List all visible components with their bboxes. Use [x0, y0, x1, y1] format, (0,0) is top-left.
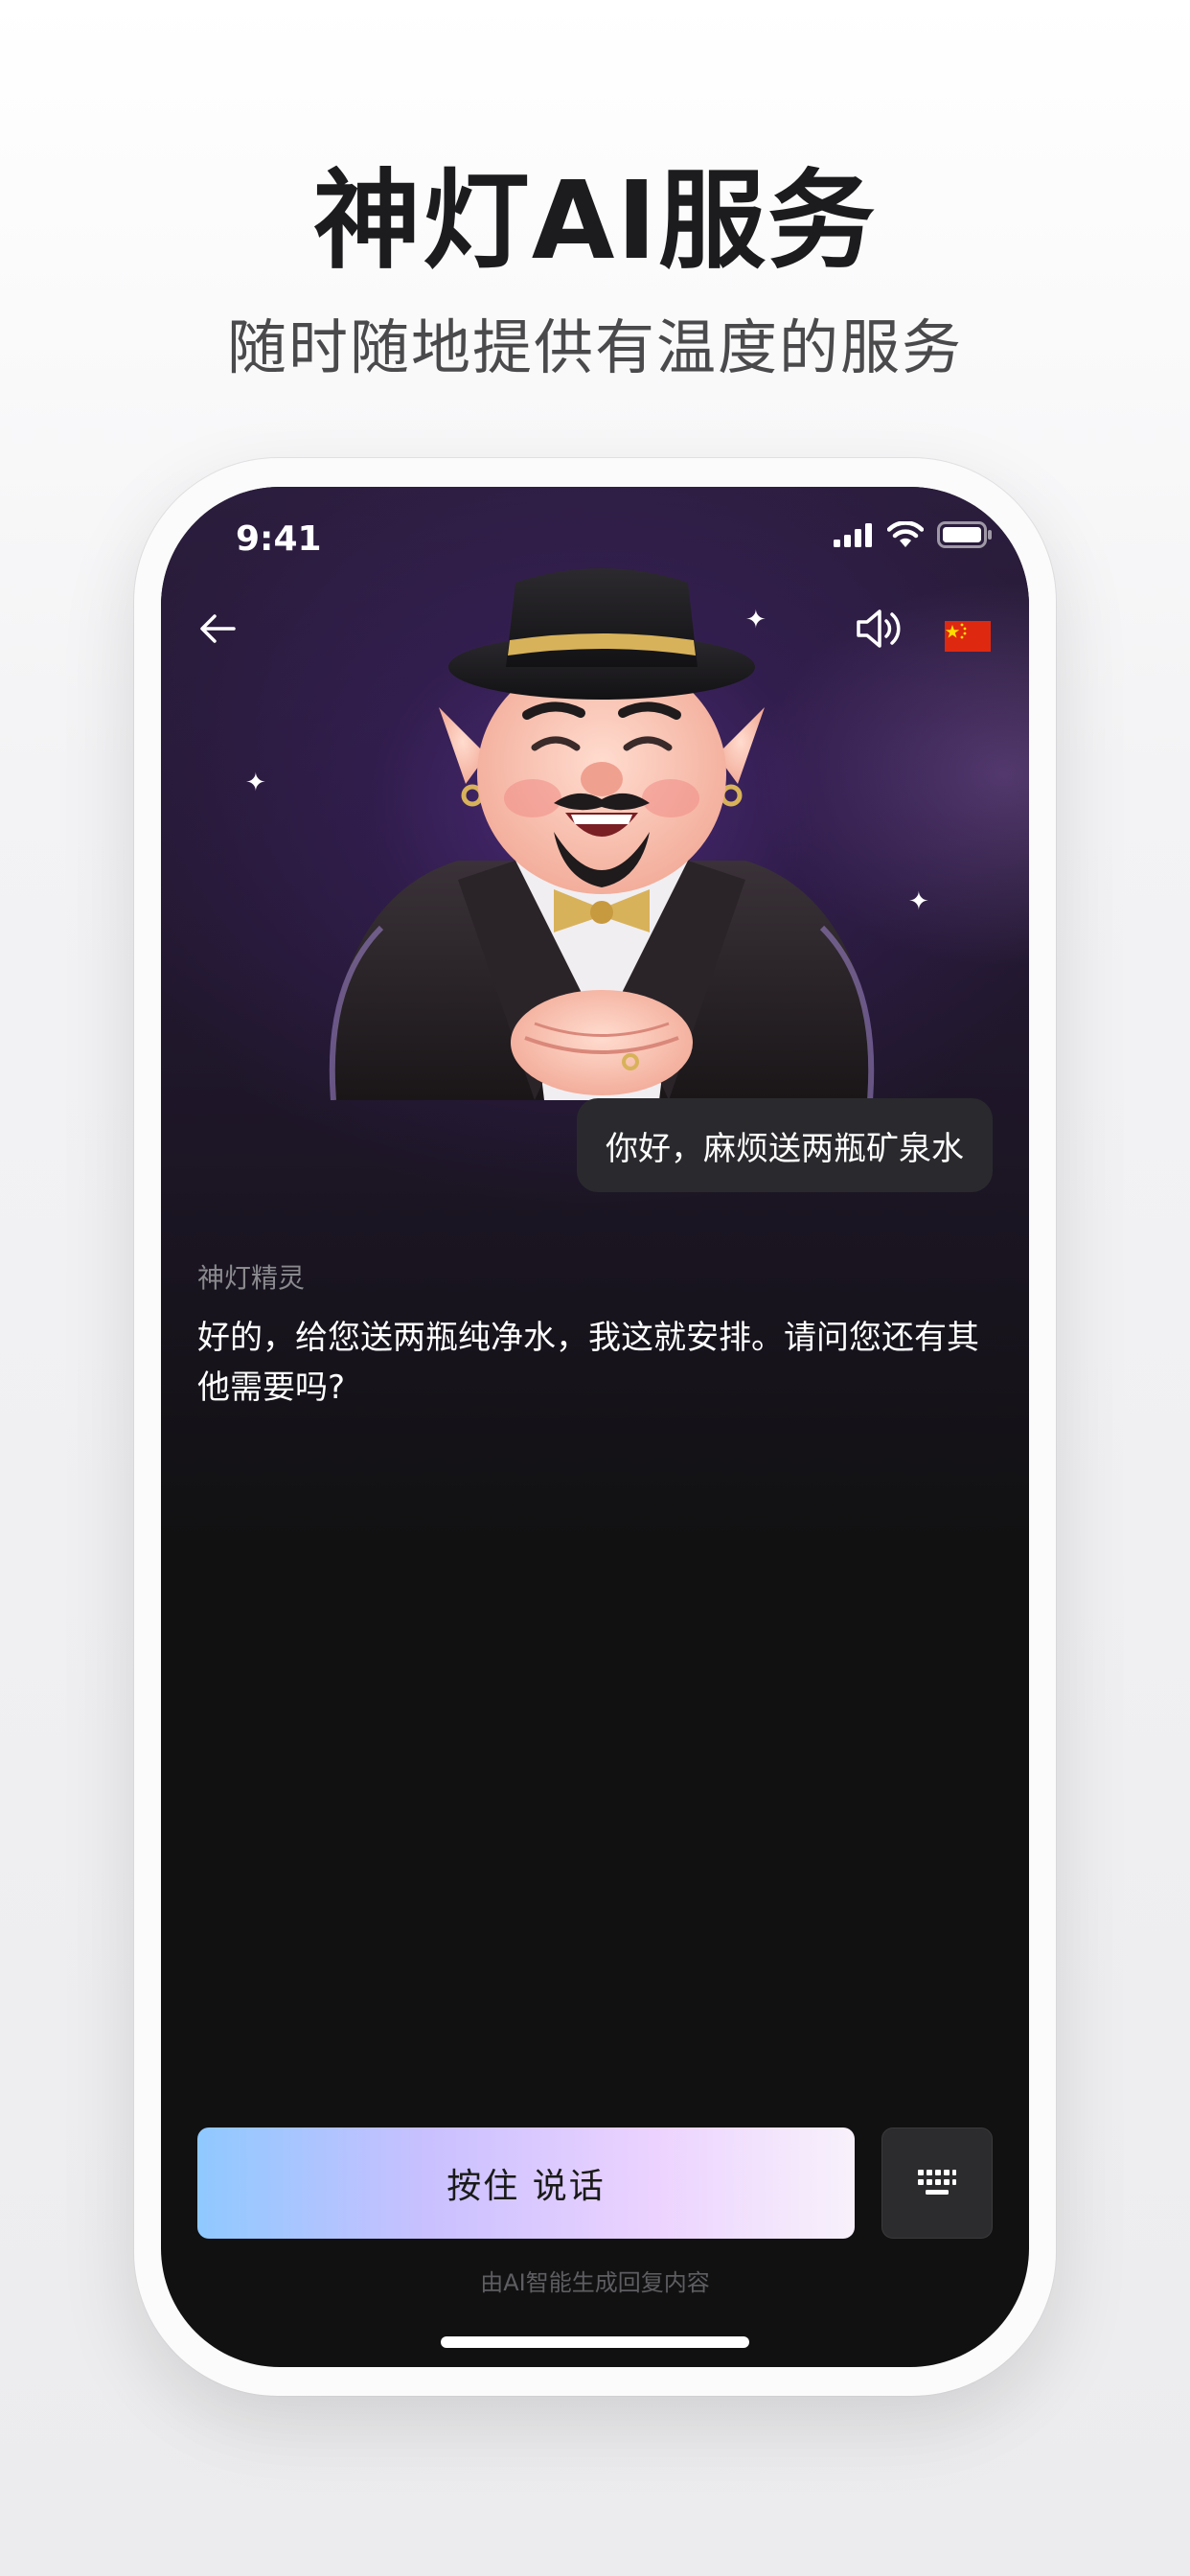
genie-avatar — [329, 568, 875, 1100]
sparkle-icon: ✦ — [245, 769, 266, 797]
user-message-bubble: 你好，麻烦送两瓶矿泉水 — [577, 1098, 993, 1192]
sparkle-icon: ✦ — [908, 887, 929, 916]
bot-message: 好的，给您送两瓶纯净水，我这就安排。请问您还有其他需要吗? — [197, 1319, 979, 1407]
page-title: 神灯AI服务 — [312, 159, 878, 284]
ai-disclaimer: 由AI智能生成回复内容 — [480, 2269, 710, 2296]
keyboard-toggle-button[interactable] — [881, 2128, 993, 2239]
china-flag-icon[interactable] — [945, 621, 991, 652]
bot-name: 神灯精灵 — [197, 1262, 306, 1294]
hold-to-talk-button[interactable]: 按住 说话 — [197, 2128, 855, 2239]
keyboard-icon — [918, 2170, 956, 2195]
phone-screen: 9:41 ✦ ✦ ✦ 你好，麻烦送两瓶矿泉水 神灯精灵 好的，给您送两瓶纯净水，… — [161, 487, 1029, 2367]
back-arrow-icon[interactable] — [190, 600, 247, 657]
home-indicator[interactable] — [441, 2336, 749, 2348]
page-subtitle: 随时随地提供有温度的服务 — [226, 312, 963, 382]
battery-icon — [937, 521, 992, 548]
